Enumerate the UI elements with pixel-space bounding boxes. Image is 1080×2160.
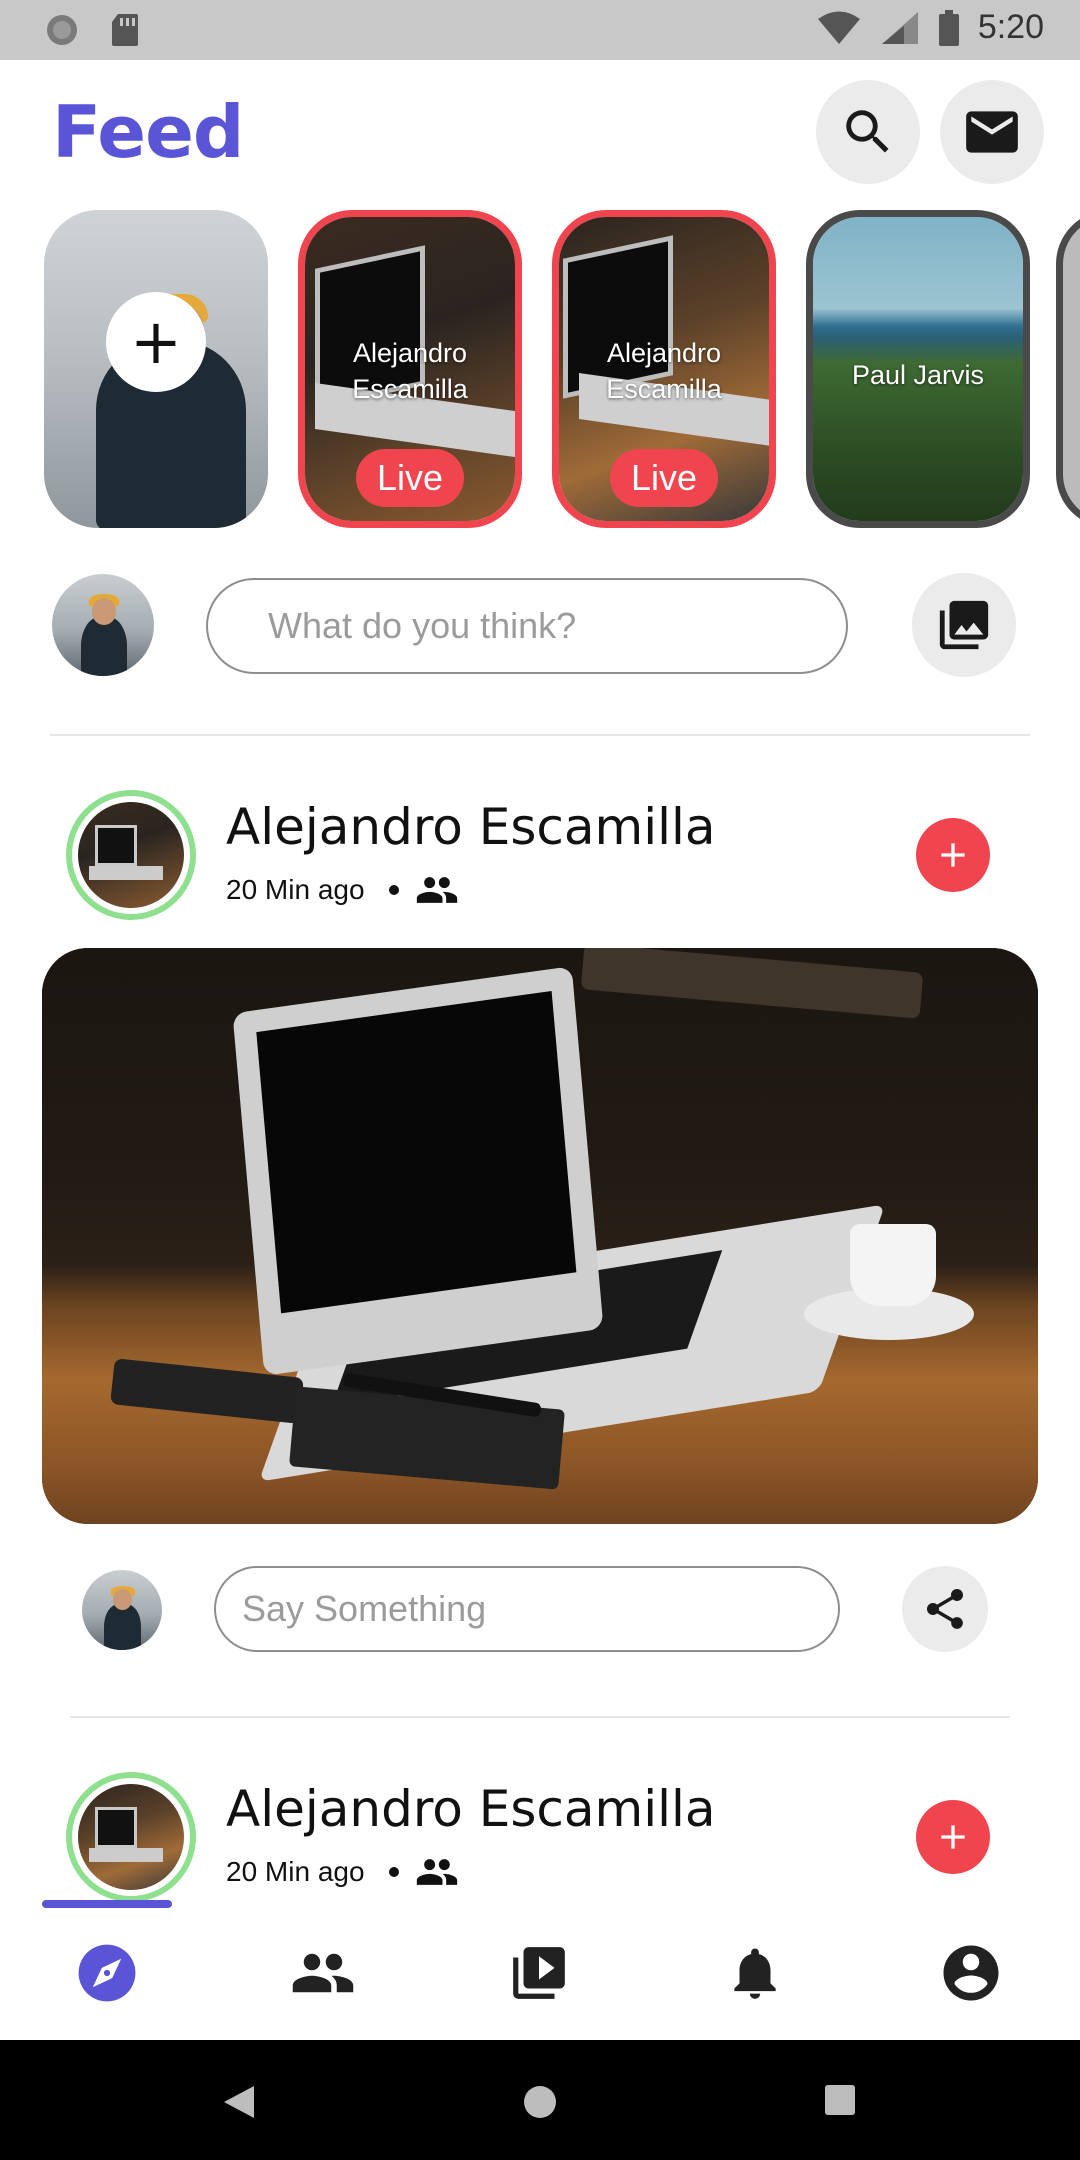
nav-notifications[interactable]: [722, 1940, 788, 2006]
back-icon[interactable]: [222, 2084, 256, 2120]
status-time: 5:20: [977, 8, 1044, 46]
post-header: Alejandro Escamilla 20 Min ago: [0, 790, 1080, 930]
add-photo-button[interactable]: [912, 573, 1016, 677]
system-navigation-bar: [0, 2040, 1080, 2160]
people-icon: [292, 1953, 354, 1993]
page-title: Feed: [52, 90, 244, 174]
story-author: Alejandro Escamilla: [352, 338, 468, 404]
nav-profile[interactable]: [938, 1940, 1004, 2006]
comment-input[interactable]: Say Something: [214, 1566, 840, 1652]
post-time: 20 Min ago: [226, 874, 365, 905]
author-avatar[interactable]: [66, 1772, 196, 1902]
add-story-card[interactable]: +: [44, 210, 268, 528]
follow-button[interactable]: [916, 818, 990, 892]
add-story-button[interactable]: +: [106, 292, 206, 392]
follow-button[interactable]: [916, 1800, 990, 1874]
search-button[interactable]: [816, 80, 920, 184]
app-header: Feed: [0, 60, 1080, 210]
recents-icon[interactable]: [824, 2084, 856, 2116]
post-image[interactable]: [42, 948, 1038, 1524]
share-icon: [927, 1589, 963, 1629]
active-tab-indicator: [42, 1900, 172, 1908]
status-input[interactable]: What do you think?: [206, 578, 848, 674]
share-button[interactable]: [902, 1566, 988, 1652]
story-card[interactable]: Alejandro Escamilla Live: [552, 210, 776, 528]
post-composer: What do you think?: [0, 560, 1080, 690]
video-library-icon: [513, 1947, 565, 1999]
avatar[interactable]: [52, 574, 154, 676]
battery-icon: [938, 9, 959, 46]
home-icon[interactable]: [522, 2084, 558, 2120]
signal-icon: [881, 11, 918, 44]
story-card[interactable]: Alejandro Escamilla Live: [298, 210, 522, 528]
nav-videos[interactable]: [506, 1940, 572, 2006]
compass-icon: [78, 1944, 136, 2002]
messages-button[interactable]: [940, 80, 1044, 184]
author-avatar[interactable]: [66, 790, 196, 920]
story-card-partial[interactable]: [1056, 210, 1080, 528]
stories-row: + Alejandro Escamilla Live Alejandro Esc…: [0, 208, 1080, 530]
bell-icon: [734, 1948, 776, 1999]
plus-icon: +: [130, 305, 182, 378]
search-icon: [846, 110, 889, 153]
post-header: Alejandro Escamilla 20 Min ago: [0, 1772, 1080, 1912]
post-author[interactable]: Alejandro Escamilla: [226, 1780, 716, 1838]
post-time: 20 Min ago: [226, 1856, 365, 1887]
plus-icon: [941, 843, 965, 867]
comment-row: Say Something: [0, 1556, 1080, 1656]
wifi-icon: [817, 11, 860, 44]
post-author[interactable]: Alejandro Escamilla: [226, 798, 716, 856]
mail-icon: [966, 111, 1018, 153]
sd-card-icon: [112, 14, 138, 46]
bottom-navigation: [0, 1910, 1080, 2040]
status-bar: 5:20: [0, 0, 1080, 60]
separator-dot: [388, 885, 399, 895]
separator-dot: [388, 1867, 399, 1877]
plus-icon: [941, 1825, 965, 1849]
people-icon: [416, 1859, 457, 1885]
story-author: Paul Jarvis: [851, 360, 985, 390]
account-circle-icon: [943, 1945, 999, 2001]
divider: [70, 1716, 1010, 1718]
sync-icon: [47, 15, 77, 45]
live-badge: Live: [610, 449, 718, 507]
live-badge: Live: [356, 449, 464, 507]
nav-friends[interactable]: [290, 1940, 356, 2006]
story-author: Alejandro Escamilla: [606, 338, 722, 404]
nav-explore[interactable]: [74, 1940, 140, 2006]
photo-library-icon: [939, 600, 989, 650]
avatar[interactable]: [82, 1570, 162, 1650]
story-card[interactable]: Paul Jarvis: [806, 210, 1030, 528]
divider: [50, 734, 1030, 736]
people-icon: [416, 877, 457, 903]
